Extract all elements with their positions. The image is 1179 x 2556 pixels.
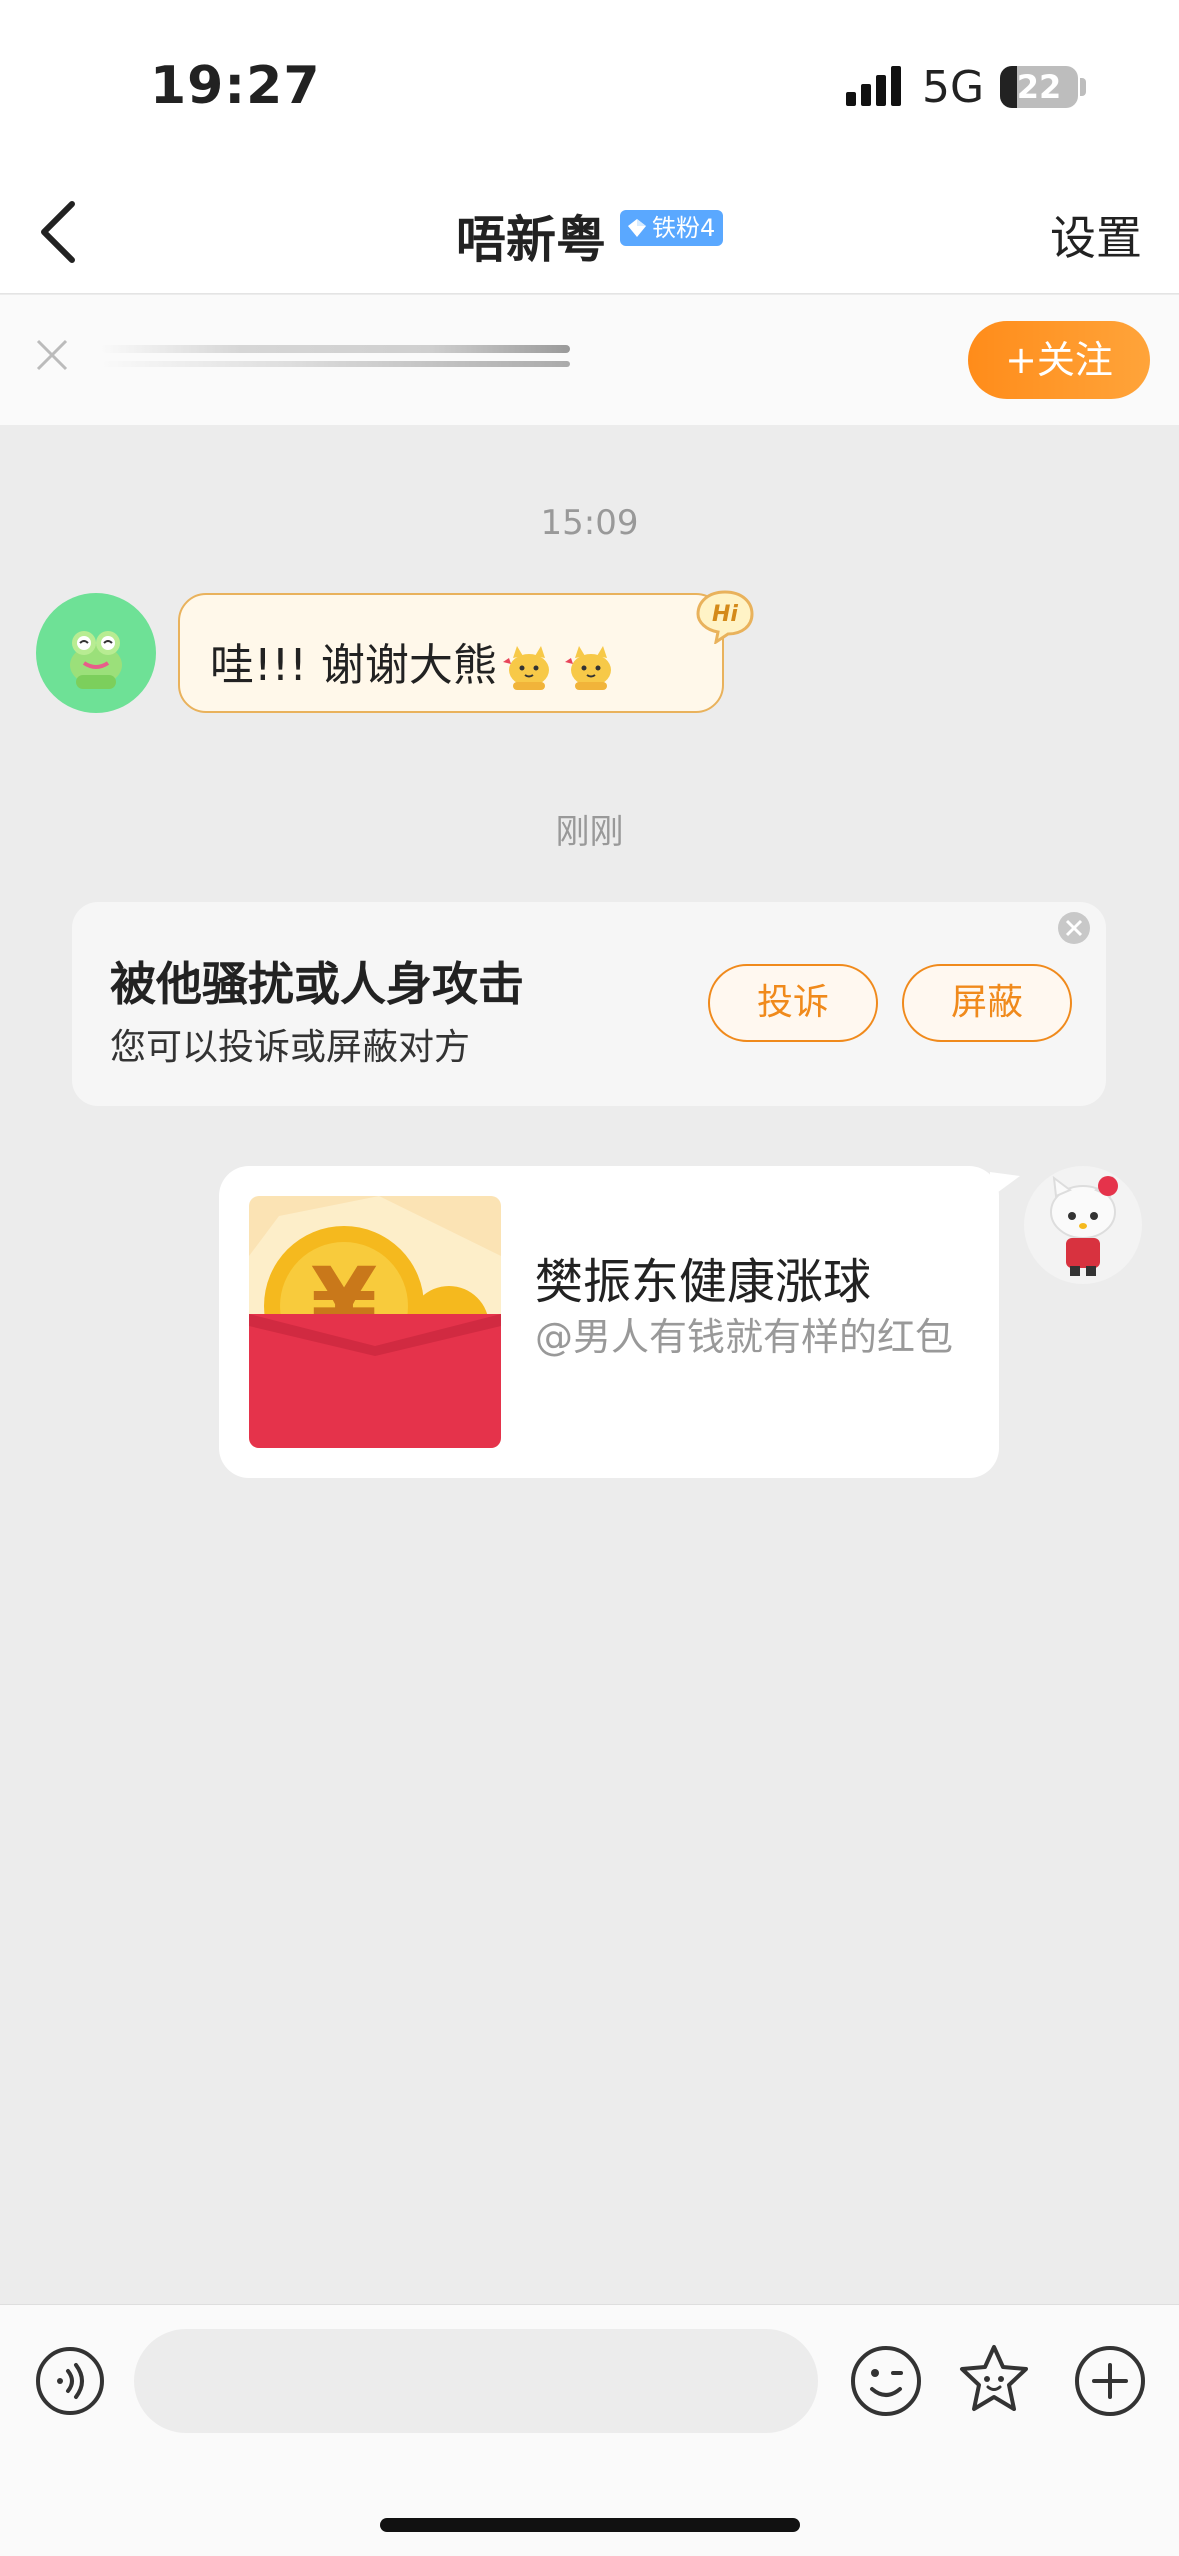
battery-level: 22 [1016, 68, 1062, 106]
incoming-message-bubble[interactable]: 哇!!! 谢谢大熊 [178, 593, 724, 713]
red-packet-icon: ¥ [249, 1196, 501, 1448]
fan-badge: 铁粉4 [620, 210, 724, 246]
red-packet-subtitle: @男人有钱就有样的红包 [535, 1315, 954, 1359]
report-subtitle: 您可以投诉或屏蔽对方 [110, 1027, 471, 1068]
home-indicator[interactable] [380, 2518, 800, 2532]
close-icon[interactable] [32, 335, 72, 375]
report-title: 被他骚扰或人身攻击 [110, 957, 524, 1011]
hi-sticker-icon: Hi [696, 590, 754, 644]
block-button[interactable]: 屏蔽 [902, 964, 1072, 1042]
message-input[interactable] [134, 2329, 818, 2433]
status-bar: 19:27 5G 22 [0, 0, 1179, 170]
message-timestamp-recent: 刚刚 [555, 812, 624, 852]
harassment-report-card: 被他骚扰或人身攻击 您可以投诉或屏蔽对方 投诉 屏蔽 [72, 902, 1106, 1106]
follow-bar: +关注 [0, 295, 1179, 425]
cat-emoji-icon [502, 646, 549, 690]
follow-button[interactable]: +关注 [968, 321, 1150, 399]
hello-kitty-avatar-icon[interactable] [1024, 1166, 1142, 1284]
frog-avatar-icon[interactable] [36, 593, 156, 713]
network-type: 5G [922, 62, 985, 113]
signal-icon [846, 66, 901, 106]
chat-title[interactable]: 唔新粤 [456, 200, 606, 272]
incoming-message-label: 哇!!! 谢谢大熊 [210, 640, 497, 691]
red-packet-title: 樊振东健康涨球 [535, 1254, 872, 1310]
incoming-message-text: 哇!!! 谢谢大熊 [210, 629, 621, 694]
cat-emoji-icon [564, 646, 611, 690]
star-icon[interactable] [956, 2341, 1032, 2417]
nav-bar: 唔新粤 铁粉4 设置 [0, 170, 1179, 294]
close-icon[interactable] [1056, 910, 1092, 946]
blurred-username [100, 337, 572, 375]
back-arrow-icon[interactable] [26, 194, 102, 270]
fan-badge-label: 铁粉4 [652, 214, 716, 242]
battery-icon: 22 [1000, 66, 1078, 108]
message-timestamp: 15:09 [540, 503, 639, 543]
status-time: 19:27 [150, 56, 321, 116]
battery-nub [1080, 78, 1086, 96]
hi-sticker-text: Hi [712, 602, 738, 627]
voice-icon[interactable] [34, 2345, 106, 2417]
complain-button[interactable]: 投诉 [708, 964, 878, 1042]
emoji-icon[interactable] [848, 2343, 924, 2419]
red-packet-message[interactable]: ¥ 樊振东健康涨球 @男人有钱就有样的红包 [219, 1166, 999, 1478]
diamond-icon [628, 219, 646, 237]
settings-button[interactable]: 设置 [1050, 202, 1142, 268]
plus-icon[interactable] [1072, 2343, 1148, 2419]
